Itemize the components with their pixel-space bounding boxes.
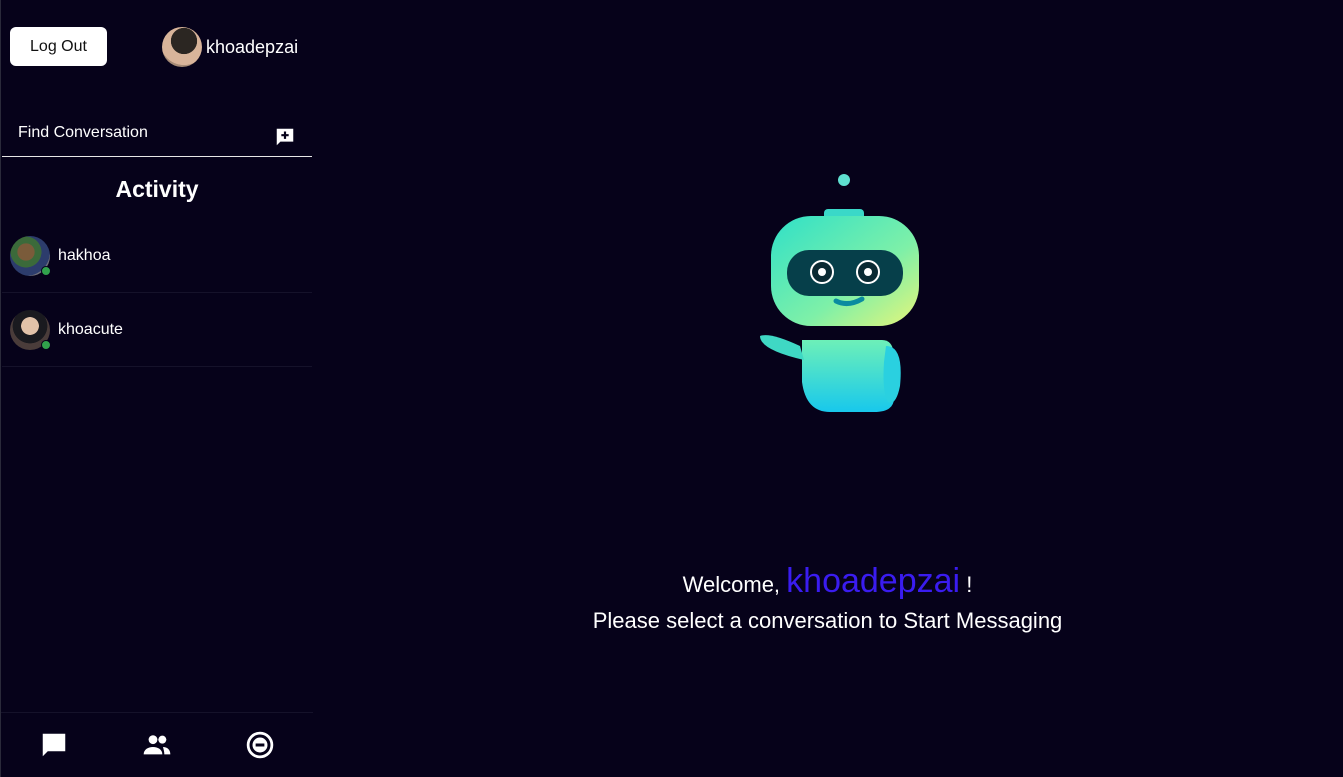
conversation-name: khoacute bbox=[58, 321, 123, 338]
bottom-nav bbox=[1, 712, 313, 777]
avatar bbox=[162, 27, 202, 67]
logout-button[interactable]: Log Out bbox=[10, 27, 107, 66]
app: Log Out khoadepzai Find Conversation Act… bbox=[0, 0, 1343, 777]
conversation-name: hakhoa bbox=[58, 247, 111, 264]
welcome-username: khoadepzai bbox=[786, 562, 961, 600]
list-item[interactable]: khoacute bbox=[2, 294, 312, 367]
online-status-dot bbox=[41, 340, 51, 350]
avatar bbox=[10, 310, 51, 350]
robot-illustration bbox=[752, 168, 922, 418]
find-conversation-label: Find Conversation bbox=[18, 124, 148, 141]
current-user-name: khoadepzai bbox=[206, 36, 299, 57]
chat-bubble-icon[interactable] bbox=[38, 729, 70, 761]
find-conversation[interactable]: Find Conversation bbox=[2, 112, 312, 157]
people-icon[interactable] bbox=[141, 729, 173, 761]
welcome-prefix: Welcome, bbox=[682, 572, 781, 597]
welcome-message: Welcome, khoadepzai ! bbox=[312, 562, 1343, 601]
activity-title: Activity bbox=[115, 176, 199, 202]
minus-circle-icon[interactable] bbox=[244, 729, 276, 761]
welcome-subtitle: Please select a conversation to Start Me… bbox=[592, 608, 1063, 633]
welcome-suffix: ! bbox=[966, 572, 973, 597]
current-user[interactable]: khoadepzai bbox=[162, 27, 298, 67]
avatar bbox=[10, 236, 51, 276]
list-item[interactable]: hakhoa bbox=[2, 220, 312, 293]
add-chat-icon[interactable] bbox=[274, 126, 296, 148]
online-status-dot bbox=[41, 266, 51, 276]
sidebar: Log Out khoadepzai Find Conversation Act… bbox=[0, 0, 313, 777]
